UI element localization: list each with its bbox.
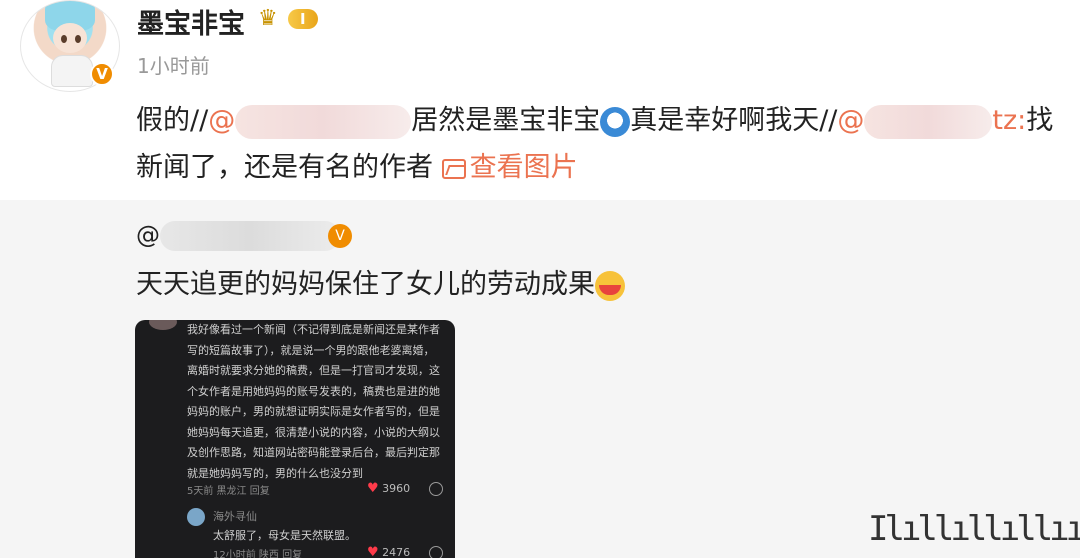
emoji-icon (600, 106, 631, 137)
member-level-badge[interactable]: ♛ I (258, 7, 328, 31)
commenter-avatar (149, 320, 177, 330)
screenshot-like-count: ♥ 3960 (367, 481, 410, 496)
post-time: 1小时前 (137, 54, 210, 78)
level-label: I (288, 9, 318, 29)
reply-meta: 12小时前 陕西 回复 (213, 550, 303, 558)
like-number: 2476 (382, 546, 411, 558)
blurred-username (160, 221, 340, 251)
avatar-body (51, 55, 93, 87)
like-number: 3960 (382, 482, 411, 495)
crown-icon: ♛ (258, 6, 278, 31)
original-text-content: 天天追更的妈妈保住了女儿的劳动成果 (136, 269, 595, 300)
mention-link[interactable]: @ tz: (837, 104, 1027, 139)
image-icon (441, 158, 466, 179)
reply-avatar (187, 508, 205, 526)
original-text: 天天追更的妈妈保住了女儿的劳动成果 (136, 262, 625, 301)
avatar-eye (61, 35, 67, 43)
mention-tail: tz: (992, 105, 1027, 136)
mention-link[interactable]: @ (208, 104, 412, 139)
view-image-label: 查看图片 (469, 152, 578, 183)
screenshot-comment-text: 我好像看过一个新闻（不记得到底是新闻还是某作者写的短篇故事了），就是说一个男的跟… (187, 323, 440, 480)
at-sign: @ (208, 105, 236, 136)
post-text-segment: 真是幸好啊我天// (630, 105, 838, 136)
reply-like-count: ♥ 2476 (367, 545, 410, 558)
screenshot-comment-meta: 5天前 黑龙江 回复 (187, 486, 270, 497)
view-image-link[interactable]: 查看图片 (441, 152, 578, 183)
post-text-segment: 居然是墨宝非宝 (411, 105, 601, 136)
post-text-segment: 找 (1026, 105, 1054, 136)
blurred-username (864, 104, 993, 139)
avatar-eye (75, 35, 81, 43)
watermark-logo: Ilıllıllıllıı (868, 509, 1080, 549)
reposted-content[interactable]: @ V 天天追更的妈妈保住了女儿的劳动成果 我好像看过一个新闻（不记得到底是新闻还… (0, 200, 1080, 558)
verified-icon: V (328, 224, 352, 248)
hug-emoji-icon (595, 270, 625, 301)
heart-icon: ♥ (367, 545, 379, 558)
avatar-face (53, 23, 87, 53)
heart-icon: ♥ (367, 481, 379, 496)
emoji-reaction-icon (429, 546, 443, 558)
post-text-line-2: 新闻了，还是有名的作者 查看图片 (136, 145, 578, 184)
username[interactable]: 墨宝非宝 (137, 2, 245, 41)
original-author[interactable]: @ V (136, 221, 352, 251)
emoji-reaction-icon (429, 482, 443, 496)
post-text-segment: 新闻了，还是有名的作者 (136, 152, 433, 183)
at-sign: @ (837, 105, 865, 136)
post-text-segment: 假的// (136, 105, 209, 136)
verified-icon: V (90, 62, 114, 86)
post-text-line-1: 假的//@ 居然是墨宝非宝 真是幸好啊我天//@ tz:找 (136, 98, 1053, 139)
blurred-username (235, 104, 412, 139)
post-header: V 墨宝非宝 ♛ I 1小时前 假的//@ 居然是墨宝非宝 真是幸好啊我天//@ tz… (0, 0, 1080, 200)
reply-author: 海外寻仙 (213, 510, 257, 523)
attached-image[interactable]: 我好像看过一个新闻（不记得到底是新闻还是某作者写的短篇故事了），就是说一个男的跟… (135, 320, 455, 558)
at-sign: @ (136, 221, 160, 249)
reply-text: 太舒服了，母女是天然联盟。 (213, 529, 356, 542)
